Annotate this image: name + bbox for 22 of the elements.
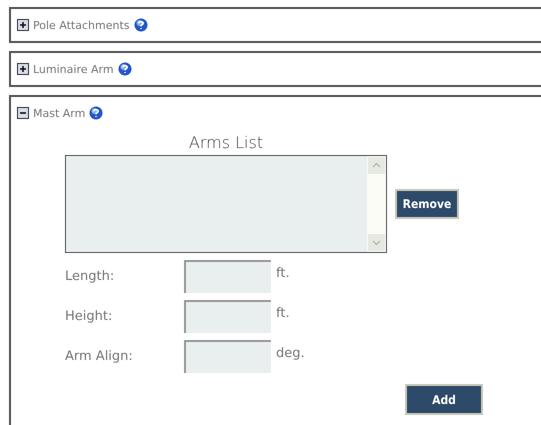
unit-label: deg.	[276, 346, 305, 361]
collapse-icon[interactable]	[17, 107, 29, 119]
field-label: Height:	[65, 309, 114, 324]
help-icon[interactable]	[134, 18, 148, 32]
arms-listbox[interactable]	[65, 155, 387, 253]
input-field[interactable]	[184, 340, 271, 373]
section-title[interactable]: Luminaire Arm	[33, 62, 114, 76]
add-button[interactable]: Add	[405, 384, 483, 415]
section-title[interactable]: Mast Arm	[33, 106, 86, 120]
unit-label: ft.	[276, 266, 290, 281]
help-icon[interactable]	[118, 62, 132, 76]
remove-button[interactable]: Remove	[395, 189, 459, 219]
input-field[interactable]	[184, 260, 271, 293]
field-label: Arm Align:	[65, 349, 134, 364]
help-icon[interactable]	[89, 106, 104, 120]
expand-icon[interactable]	[17, 63, 29, 75]
list-title: Arms List	[188, 133, 264, 152]
expand-icon[interactable]	[17, 19, 29, 31]
unit-label: ft.	[276, 306, 290, 321]
field-label: Length:	[65, 269, 116, 284]
input-field[interactable]	[184, 300, 271, 333]
section-title[interactable]: Pole Attachments	[33, 18, 130, 32]
